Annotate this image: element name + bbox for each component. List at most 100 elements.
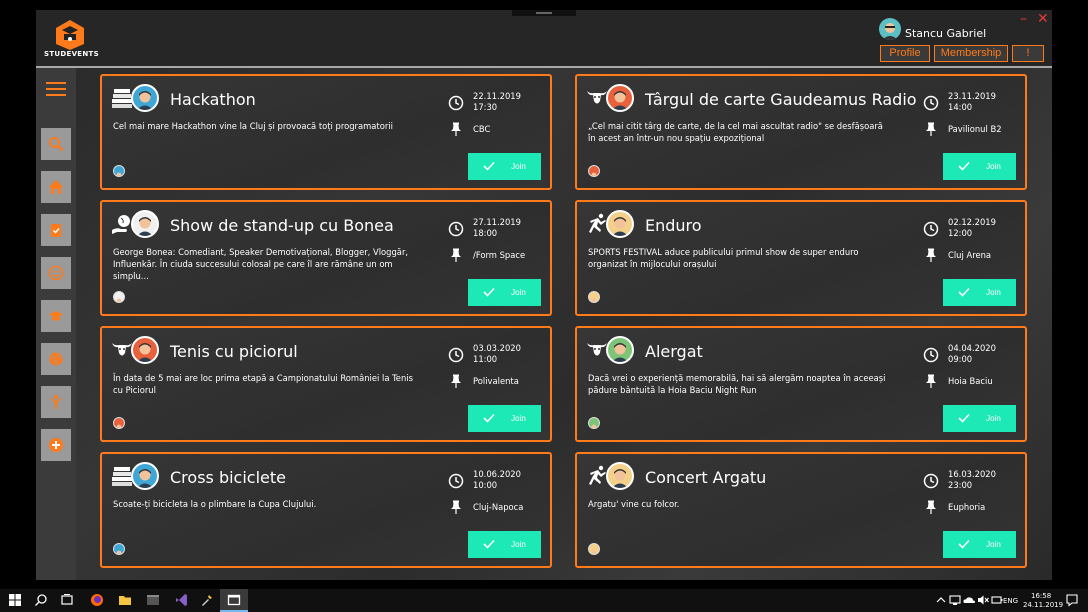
clock-date[interactable]: 24.11.2019 [1023, 601, 1063, 609]
notifications-icon[interactable] [1065, 593, 1079, 607]
event-card[interactable]: Hackathon Cel mai mare Hackathon vine la … [100, 74, 552, 190]
join-button[interactable]: Join [943, 531, 1016, 558]
event-description: Argatu' vine cu folcor. [588, 499, 680, 509]
participant-avatar[interactable] [588, 291, 600, 303]
event-icons [111, 84, 159, 112]
event-datetime: 16.03.2020 23:00 [948, 469, 996, 491]
organizer-avatar[interactable] [131, 336, 159, 364]
join-label: Join [511, 540, 526, 549]
drag-handle[interactable] [512, 10, 576, 16]
event-title[interactable]: Hackathon [170, 90, 256, 109]
event-title[interactable]: Alergat [645, 342, 703, 361]
add-icon[interactable] [41, 429, 71, 461]
close-button[interactable]: ✕ [1037, 12, 1049, 26]
join-label: Join [986, 540, 1001, 549]
active-app-tab[interactable] [220, 589, 248, 612]
event-date: 16.03.2020 [948, 469, 996, 479]
organizer-avatar[interactable] [606, 84, 634, 112]
alert-button[interactable]: ! [1012, 45, 1044, 62]
tray-chevron-icon[interactable] [934, 593, 948, 607]
runner-icon [589, 465, 606, 485]
globe-icon[interactable] [41, 343, 71, 375]
visual-studio-icon[interactable] [174, 593, 188, 607]
participant-avatar[interactable] [113, 165, 125, 177]
event-time: 11:00 [473, 354, 498, 364]
event-time: 14:00 [948, 102, 973, 112]
join-button[interactable]: Join [468, 279, 541, 306]
organizer-avatar[interactable] [131, 210, 159, 238]
app-window-icon [227, 594, 241, 606]
participant-avatar[interactable] [588, 543, 600, 555]
onedrive-icon[interactable] [962, 593, 976, 607]
join-button[interactable]: Join [468, 531, 541, 558]
participant-avatar[interactable] [588, 417, 600, 429]
event-card[interactable]: Concert Argatu Argatu' vine cu folcor. 16.… [575, 452, 1027, 568]
clock-icon [923, 347, 939, 363]
event-card[interactable]: Alergat Dacă vrei o experiență memorabilă… [575, 326, 1027, 442]
checklist-icon[interactable] [41, 214, 71, 246]
clock-time[interactable]: 16:58 [1031, 592, 1051, 600]
profile-button[interactable]: Profile [880, 45, 930, 62]
event-icons [586, 210, 634, 238]
organizer-avatar[interactable] [606, 210, 634, 238]
event-title[interactable]: Tenis cu piciorul [170, 342, 298, 361]
event-description: Cel mai mare Hackathon vine la Cluj și p… [113, 121, 393, 131]
organizer-avatar[interactable] [131, 84, 159, 112]
bull-icon [587, 343, 607, 356]
smiley-icon[interactable] [41, 257, 71, 289]
pin-icon [925, 247, 937, 262]
event-location: /Form Space [473, 250, 526, 260]
taskbar-search-icon[interactable] [34, 593, 48, 607]
user-avatar[interactable] [879, 18, 901, 40]
event-description: SPORTS FESTIVAL aduce publicului primul … [588, 247, 859, 269]
event-time: 18:00 [473, 228, 498, 238]
event-title[interactable]: Show de stand-up cu Bonea [170, 216, 394, 235]
person-icon[interactable] [41, 386, 71, 418]
event-icons [586, 462, 634, 490]
event-icons [111, 336, 159, 364]
search-icon[interactable] [41, 128, 71, 160]
organizer-avatar[interactable] [131, 462, 159, 490]
event-title[interactable]: Cross biciclete [170, 468, 286, 487]
join-button[interactable]: Join [943, 405, 1016, 432]
graduation-cap-icon[interactable] [41, 300, 71, 332]
home-icon[interactable] [41, 171, 71, 203]
participant-avatar[interactable] [113, 417, 125, 429]
participant-avatar[interactable] [588, 165, 600, 177]
join-label: Join [986, 288, 1001, 297]
event-card[interactable]: Show de stand-up cu Bonea George Bonea: C… [100, 200, 552, 316]
join-label: Join [986, 414, 1001, 423]
participant-avatar[interactable] [113, 543, 125, 555]
organizer-avatar[interactable] [606, 336, 634, 364]
event-card[interactable]: Târgul de carte Gaudeamus Radio „Cel mai … [575, 74, 1027, 190]
join-button[interactable]: Join [468, 153, 541, 180]
event-card[interactable]: Enduro SPORTS FESTIVAL aduce publicului p… [575, 200, 1027, 316]
join-button[interactable]: Join [468, 405, 541, 432]
keyboard-language[interactable]: ENG [1003, 597, 1018, 605]
event-card[interactable]: Tenis cu piciorul În data de 5 mai are lo… [100, 326, 552, 442]
event-title[interactable]: Târgul de carte Gaudeamus Radio [645, 90, 917, 109]
tools-icon[interactable] [200, 593, 214, 607]
event-icons [111, 462, 159, 490]
task-view-icon[interactable] [60, 593, 74, 607]
event-date: 23.11.2019 [948, 91, 996, 101]
file-explorer-icon[interactable] [118, 593, 132, 607]
join-button[interactable]: Join [943, 279, 1016, 306]
membership-button[interactable]: Membership [934, 45, 1008, 62]
join-button[interactable]: Join [943, 153, 1016, 180]
terminal-icon[interactable] [146, 593, 160, 607]
volume-mute-icon[interactable] [976, 593, 990, 607]
organizer-avatar[interactable] [606, 462, 634, 490]
network-icon[interactable] [948, 593, 962, 607]
menu-icon[interactable] [46, 82, 66, 96]
check-icon [483, 539, 511, 551]
battery-icon[interactable] [990, 593, 1004, 607]
event-title[interactable]: Concert Argatu [645, 468, 766, 487]
event-datetime: 02.12.2019 12:00 [948, 217, 996, 239]
minimize-button[interactable]: – [1020, 12, 1027, 26]
firefox-icon[interactable] [90, 593, 104, 607]
windows-start-icon[interactable] [8, 593, 22, 607]
participant-avatar[interactable] [113, 291, 125, 303]
event-card[interactable]: Cross biciclete Scoate-ți bicicleta la o … [100, 452, 552, 568]
event-title[interactable]: Enduro [645, 216, 702, 235]
